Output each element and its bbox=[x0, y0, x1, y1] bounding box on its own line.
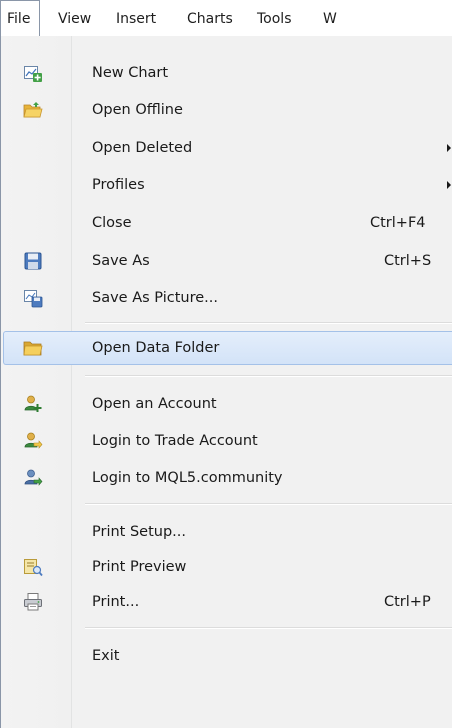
open-folder-icon bbox=[23, 102, 43, 118]
printer-icon bbox=[24, 593, 42, 611]
floppy-disk-icon bbox=[24, 252, 42, 270]
mt5-window: File View Insert Charts Tools W New Char… bbox=[0, 0, 452, 728]
open-deleted-label: Open Deleted bbox=[92, 140, 193, 156]
open-account-label: Open an Account bbox=[92, 396, 217, 412]
hover-highlight bbox=[3, 331, 452, 365]
menu-bar: File View Insert Charts Tools W bbox=[0, 0, 452, 37]
menu-view[interactable]: View bbox=[58, 0, 91, 36]
profiles-label: Profiles bbox=[92, 177, 145, 193]
menu-item-open-data-folder[interactable]: Open Data Folder bbox=[1, 331, 452, 365]
menu-item-print-preview[interactable]: Print Preview bbox=[1, 551, 452, 583]
menu-item-profiles[interactable]: Profiles bbox=[1, 169, 452, 201]
menu-insert[interactable]: Insert bbox=[116, 0, 156, 36]
menu-item-new-chart[interactable]: New Chart bbox=[1, 57, 452, 89]
menu-item-close[interactable]: Close Ctrl+F4 bbox=[1, 207, 452, 239]
print-shortcut: Ctrl+P bbox=[384, 594, 431, 610]
open-data-folder-label: Open Data Folder bbox=[92, 340, 220, 356]
print-preview-label: Print Preview bbox=[92, 559, 187, 575]
menu-window[interactable]: W bbox=[323, 0, 337, 36]
menu-item-print[interactable]: Print... Ctrl+P bbox=[1, 586, 452, 618]
menu-tools[interactable]: Tools bbox=[257, 0, 292, 36]
menu-item-open-deleted[interactable]: Open Deleted bbox=[1, 132, 452, 164]
folder-icon bbox=[23, 341, 43, 356]
new-chart-label: New Chart bbox=[92, 65, 169, 81]
save-as-picture-label: Save As Picture... bbox=[92, 290, 218, 306]
close-shortcut: Ctrl+F4 bbox=[370, 215, 426, 231]
menu-item-open-offline[interactable]: Open Offline bbox=[1, 94, 452, 126]
menu-item-print-setup[interactable]: Print Setup... bbox=[1, 516, 452, 548]
print-label: Print... bbox=[92, 594, 140, 610]
user-login-icon bbox=[24, 432, 43, 449]
save-as-shortcut: Ctrl+S bbox=[384, 253, 432, 269]
submenu-arrow-icon bbox=[447, 144, 451, 152]
new-chart-icon bbox=[24, 66, 42, 82]
menu-separator bbox=[85, 322, 452, 324]
submenu-arrow-icon bbox=[447, 181, 451, 189]
menu-charts[interactable]: Charts bbox=[187, 0, 233, 36]
file-menu-dropdown: New Chart Open Offline Open Deleted Prof… bbox=[0, 36, 452, 728]
save-picture-icon bbox=[24, 290, 43, 308]
menu-separator bbox=[85, 627, 452, 629]
menu-item-exit[interactable]: Exit bbox=[1, 640, 452, 672]
menu-item-save-as-picture[interactable]: Save As Picture... bbox=[1, 282, 452, 314]
menu-item-login-trade[interactable]: Login to Trade Account bbox=[1, 425, 452, 457]
menu-separator bbox=[85, 503, 452, 505]
menu-item-login-mql5[interactable]: Login to MQL5.community bbox=[1, 462, 452, 494]
menu-item-open-account[interactable]: Open an Account bbox=[1, 388, 452, 420]
save-as-label: Save As bbox=[92, 253, 150, 269]
login-mql5-label: Login to MQL5.community bbox=[92, 470, 283, 486]
menu-file[interactable]: File bbox=[0, 0, 40, 36]
print-setup-label: Print Setup... bbox=[92, 524, 186, 540]
menu-separator bbox=[85, 375, 452, 377]
user-add-icon bbox=[24, 395, 42, 412]
open-offline-label: Open Offline bbox=[92, 102, 183, 118]
exit-label: Exit bbox=[92, 648, 120, 664]
print-preview-icon bbox=[24, 559, 43, 577]
menu-item-save-as[interactable]: Save As Ctrl+S bbox=[1, 245, 452, 277]
community-login-icon bbox=[24, 469, 43, 486]
close-label: Close bbox=[92, 215, 132, 231]
login-trade-label: Login to Trade Account bbox=[92, 433, 258, 449]
